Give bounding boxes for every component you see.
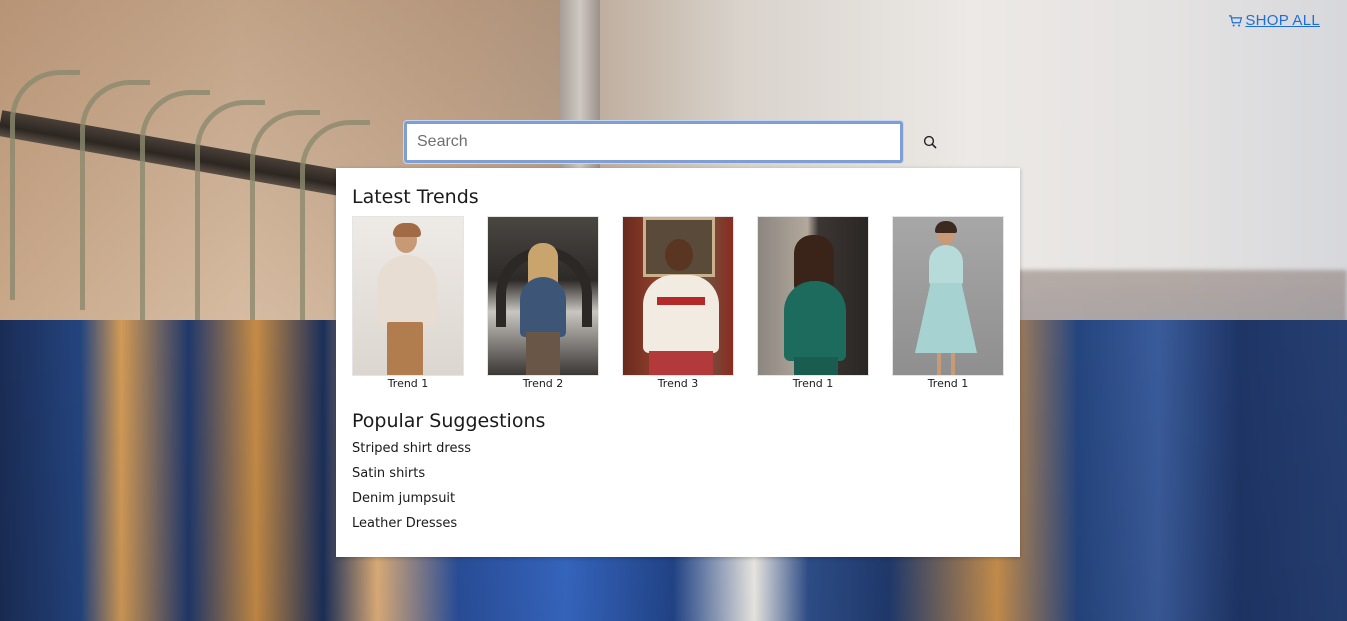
trend-caption: Trend 2 <box>522 377 564 390</box>
suggestion-item[interactable]: Leather Dresses <box>352 511 457 536</box>
search-suggestions-panel: Latest Trends Trend 1 Trend 2 Trend 3 Tr… <box>336 168 1020 557</box>
suggestion-item[interactable]: Satin shirts <box>352 461 425 486</box>
trend-caption: Trend 3 <box>657 377 699 390</box>
trend-caption: Trend 1 <box>387 377 429 390</box>
trends-list: Trend 1 Trend 2 Trend 3 Trend 1 Trend 1 <box>352 216 1005 391</box>
background-hanger <box>10 70 80 300</box>
latest-trends-heading: Latest Trends <box>352 186 479 208</box>
trend-caption: Trend 1 <box>927 377 969 390</box>
cart-icon <box>1229 14 1243 27</box>
search-icon <box>923 135 937 149</box>
shop-all-link[interactable]: SHOP ALL <box>1228 12 1320 29</box>
search-button[interactable] <box>909 121 951 163</box>
trend-caption: Trend 1 <box>792 377 834 390</box>
search-bar <box>404 121 951 163</box>
trend-image <box>757 216 869 376</box>
trend-image <box>487 216 599 376</box>
trend-card[interactable]: Trend 1 <box>892 216 1004 391</box>
trend-card[interactable]: Trend 2 <box>487 216 599 391</box>
trend-image <box>352 216 464 376</box>
trend-card[interactable]: Trend 1 <box>352 216 464 391</box>
shop-all-label: SHOP ALL <box>1245 12 1320 29</box>
suggestion-item[interactable]: Denim jumpsuit <box>352 486 455 511</box>
trend-card[interactable]: Trend 3 <box>622 216 734 391</box>
popular-suggestions-heading: Popular Suggestions <box>352 410 546 432</box>
trend-card[interactable]: Trend 1 <box>757 216 869 391</box>
suggestion-item[interactable]: Striped shirt dress <box>352 436 471 461</box>
trend-image <box>622 216 734 376</box>
suggestions-list: Striped shirt dress Satin shirts Denim j… <box>352 436 1005 536</box>
search-input[interactable] <box>404 121 903 163</box>
trend-image <box>892 216 1004 376</box>
